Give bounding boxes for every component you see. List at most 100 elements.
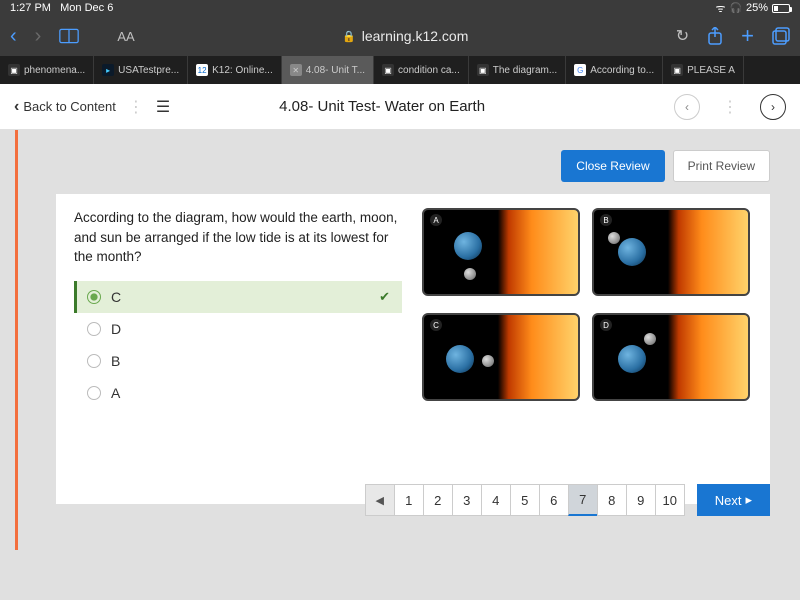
pager: ◀ 12345678910 Next ▸ xyxy=(365,484,770,516)
prev-question-button[interactable]: ‹ xyxy=(674,94,700,120)
page-number[interactable]: 7 xyxy=(568,484,598,516)
tab-label: USATestpre... xyxy=(118,65,179,76)
page-number-group: ◀ 12345678910 xyxy=(365,484,685,516)
diagram-option[interactable]: A xyxy=(422,208,580,296)
option-label: C xyxy=(111,289,121,305)
pager-prev-button[interactable]: ◀ xyxy=(365,484,395,516)
browser-tab[interactable]: ▣ phenomena... xyxy=(0,56,94,84)
earth-icon xyxy=(446,345,474,373)
favicon-icon: G xyxy=(574,64,586,76)
browser-tab[interactable]: G According to... xyxy=(566,56,663,84)
radio-icon xyxy=(87,290,101,304)
radio-icon xyxy=(87,354,101,368)
radio-icon xyxy=(87,386,101,400)
answer-option[interactable]: B xyxy=(74,345,402,377)
lock-icon: 🔒 xyxy=(342,30,356,43)
page-number[interactable]: 10 xyxy=(655,484,685,516)
next-label: Next xyxy=(715,493,742,508)
diagram-option[interactable]: C xyxy=(422,313,580,401)
bookmarks-icon[interactable] xyxy=(59,28,79,44)
toolbar-right: + xyxy=(707,23,790,49)
moon-icon xyxy=(644,333,656,345)
page-number[interactable]: 1 xyxy=(394,484,424,516)
new-tab-icon[interactable]: + xyxy=(741,23,754,49)
browser-tab[interactable]: ▣ The diagram... xyxy=(469,56,566,84)
headphones-icon: 🎧 xyxy=(730,3,742,14)
radio-icon xyxy=(87,322,101,336)
tab-label: condition ca... xyxy=(398,65,460,76)
option-label: A xyxy=(111,385,120,401)
print-review-button[interactable]: Print Review xyxy=(673,150,770,182)
favicon-icon: ▣ xyxy=(477,64,489,76)
status-time: 1:27 PM xyxy=(10,2,51,14)
tab-label: The diagram... xyxy=(493,65,557,76)
tabs-icon[interactable] xyxy=(772,27,790,45)
earth-icon xyxy=(618,238,646,266)
page-number[interactable]: 5 xyxy=(510,484,540,516)
diagram-label: A xyxy=(430,214,442,226)
page-number[interactable]: 3 xyxy=(452,484,482,516)
browser-toolbar: ‹ › AA 🔒 learning.k12.com ↻ + xyxy=(0,16,800,56)
option-label: D xyxy=(111,321,121,337)
earth-icon xyxy=(454,232,482,260)
answer-option[interactable]: C✔ xyxy=(74,281,402,313)
favicon-icon: 12 xyxy=(196,64,208,76)
battery-pct: 25% xyxy=(746,2,768,14)
browser-tab[interactable]: ▣ PLEASE A xyxy=(663,56,744,84)
workspace: Close Review Print Review According to t… xyxy=(0,130,800,600)
question-text: According to the diagram, how would the … xyxy=(74,208,402,267)
tab-label: phenomena... xyxy=(24,65,85,76)
favicon-icon: ▣ xyxy=(8,64,20,76)
accent-rule xyxy=(15,130,18,550)
text-size-control[interactable]: AA xyxy=(117,29,134,44)
share-icon[interactable] xyxy=(707,27,723,45)
answer-option[interactable]: A xyxy=(74,377,402,409)
status-left: 1:27 PM Mon Dec 6 xyxy=(10,2,113,14)
diagram-grid: A B CD xyxy=(422,208,752,409)
review-buttons: Close Review Print Review xyxy=(22,150,800,182)
browser-tab[interactable]: ▸ USATestpre... xyxy=(94,56,188,84)
reload-icon[interactable]: ↻ xyxy=(676,26,689,46)
diagram-option[interactable]: D xyxy=(592,313,750,401)
page-number[interactable]: 6 xyxy=(539,484,569,516)
vertical-dots-icon-2[interactable]: ⋮ xyxy=(722,97,738,117)
favicon-icon: ▸ xyxy=(102,64,114,76)
nav-arrows: ‹ › xyxy=(10,25,41,48)
page-number[interactable]: 4 xyxy=(481,484,511,516)
url-host: learning.k12.com xyxy=(362,28,469,44)
page-title: 4.08- Unit Test- Water on Earth xyxy=(90,98,674,115)
moon-icon xyxy=(464,268,476,280)
browser-tab[interactable]: ▣ condition ca... xyxy=(374,56,469,84)
tab-label: K12: Online... xyxy=(212,65,273,76)
browser-tab[interactable]: ✕ 4.08- Unit T... xyxy=(282,56,374,84)
wifi-icon: ᯤ xyxy=(715,1,725,16)
tab-label: 4.08- Unit T... xyxy=(306,65,365,76)
moon-icon xyxy=(608,232,620,244)
pager-next-button[interactable]: Next ▸ xyxy=(697,484,770,516)
page-number[interactable]: 9 xyxy=(626,484,656,516)
answer-options: C✔DBA xyxy=(74,281,402,409)
forward-icon: › xyxy=(35,25,42,48)
next-question-button[interactable]: › xyxy=(760,94,786,120)
content-header: ‹ Back to Content ⋮ ☰ 4.08- Unit Test- W… xyxy=(0,84,800,130)
answer-option[interactable]: D xyxy=(74,313,402,345)
earth-icon xyxy=(618,345,646,373)
back-icon[interactable]: ‹ xyxy=(10,25,17,48)
page-number[interactable]: 8 xyxy=(597,484,627,516)
moon-icon xyxy=(482,355,494,367)
close-review-button[interactable]: Close Review xyxy=(561,150,664,182)
diagram-label: B xyxy=(600,214,612,226)
caret-right-icon: ▸ xyxy=(745,492,752,508)
status-right: ᯤ 🎧 25% xyxy=(715,1,790,16)
page-number[interactable]: 2 xyxy=(423,484,453,516)
browser-tab[interactable]: 12 K12: Online... xyxy=(188,56,282,84)
favicon-icon: ▣ xyxy=(671,64,683,76)
tab-label: PLEASE A xyxy=(687,65,735,76)
url-bar[interactable]: 🔒 learning.k12.com xyxy=(153,28,658,44)
diagram-option[interactable]: B xyxy=(592,208,750,296)
tab-label: According to... xyxy=(590,65,654,76)
check-icon: ✔ xyxy=(379,289,390,305)
status-bar: 1:27 PM Mon Dec 6 ᯤ 🎧 25% xyxy=(0,0,800,16)
favicon-icon: ✕ xyxy=(290,64,302,76)
favicon-icon: ▣ xyxy=(382,64,394,76)
